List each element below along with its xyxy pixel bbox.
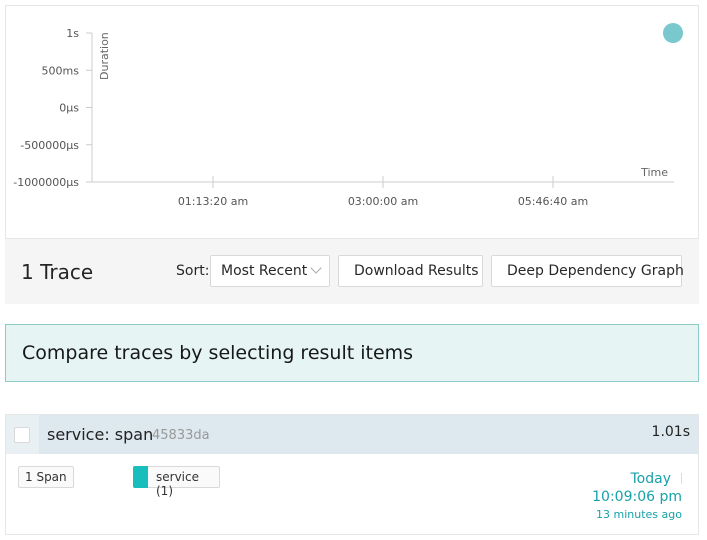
compare-banner: Compare traces by selecting result items — [5, 324, 699, 382]
divider — [681, 473, 682, 484]
scatter-plot-svg: 1s 500ms 0μs -500000μs -1000000μs 01:13:20 a… — [13, 23, 683, 208]
x-ticks: 01:13:20 am 03:00:00 am 05:46:40 am — [178, 176, 588, 208]
service-color-swatch — [133, 466, 148, 488]
trace-point[interactable] — [663, 23, 683, 43]
data-points — [663, 23, 683, 43]
result-item-header[interactable]: service: span 45833da 1.01s — [6, 415, 698, 454]
y-tick-label: -500000μs — [20, 139, 79, 152]
trace-time: 10:09:06 pm — [592, 489, 682, 505]
sort-select[interactable]: Most Recent — [210, 255, 330, 287]
y-tick-label: -1000000μs — [13, 176, 79, 189]
result-select-checkbox[interactable] — [14, 427, 30, 443]
trace-duration: 1.01s — [651, 424, 690, 440]
x-tick-label: 05:46:40 am — [518, 195, 588, 208]
result-item[interactable]: service: span 45833da 1.01s 1 Span servi… — [5, 414, 699, 535]
y-tick-label: 0μs — [59, 102, 79, 115]
trace-title[interactable]: service: span — [47, 425, 153, 444]
trace-id: 45833da — [152, 428, 210, 443]
trace-start-time: Today 10:09:06 pm 13 minutes ago — [592, 471, 682, 521]
service-tag-label: service (1) — [156, 470, 199, 498]
trace-relative-time: 13 minutes ago — [596, 508, 682, 521]
sort-label: Sort: — [176, 263, 210, 279]
y-axis-label: Duration — [98, 32, 111, 80]
y-tick-label: 1s — [66, 27, 79, 40]
trace-day: Today — [630, 471, 672, 487]
result-select-cell — [6, 415, 39, 454]
y-tick-label: 500ms — [42, 64, 80, 77]
deep-dependency-graph-button[interactable]: Deep Dependency Graph — [491, 255, 684, 287]
x-axis-label: Time — [640, 166, 668, 179]
x-tick-label: 03:00:00 am — [348, 195, 418, 208]
sort-value: Most Recent — [221, 263, 308, 279]
trace-count: 1 Trace — [21, 260, 94, 284]
results-header: 1 Trace Sort: Most Recent Download Resul… — [5, 238, 699, 304]
download-results-button[interactable]: Download Results — [338, 255, 483, 287]
y-ticks: 1s 500ms 0μs -500000μs -1000000μs — [13, 27, 92, 189]
span-count-tag: 1 Span — [18, 466, 74, 488]
service-tag: service (1) — [133, 466, 220, 498]
chevron-down-icon — [310, 262, 322, 274]
x-tick-label: 01:13:20 am — [178, 195, 248, 208]
